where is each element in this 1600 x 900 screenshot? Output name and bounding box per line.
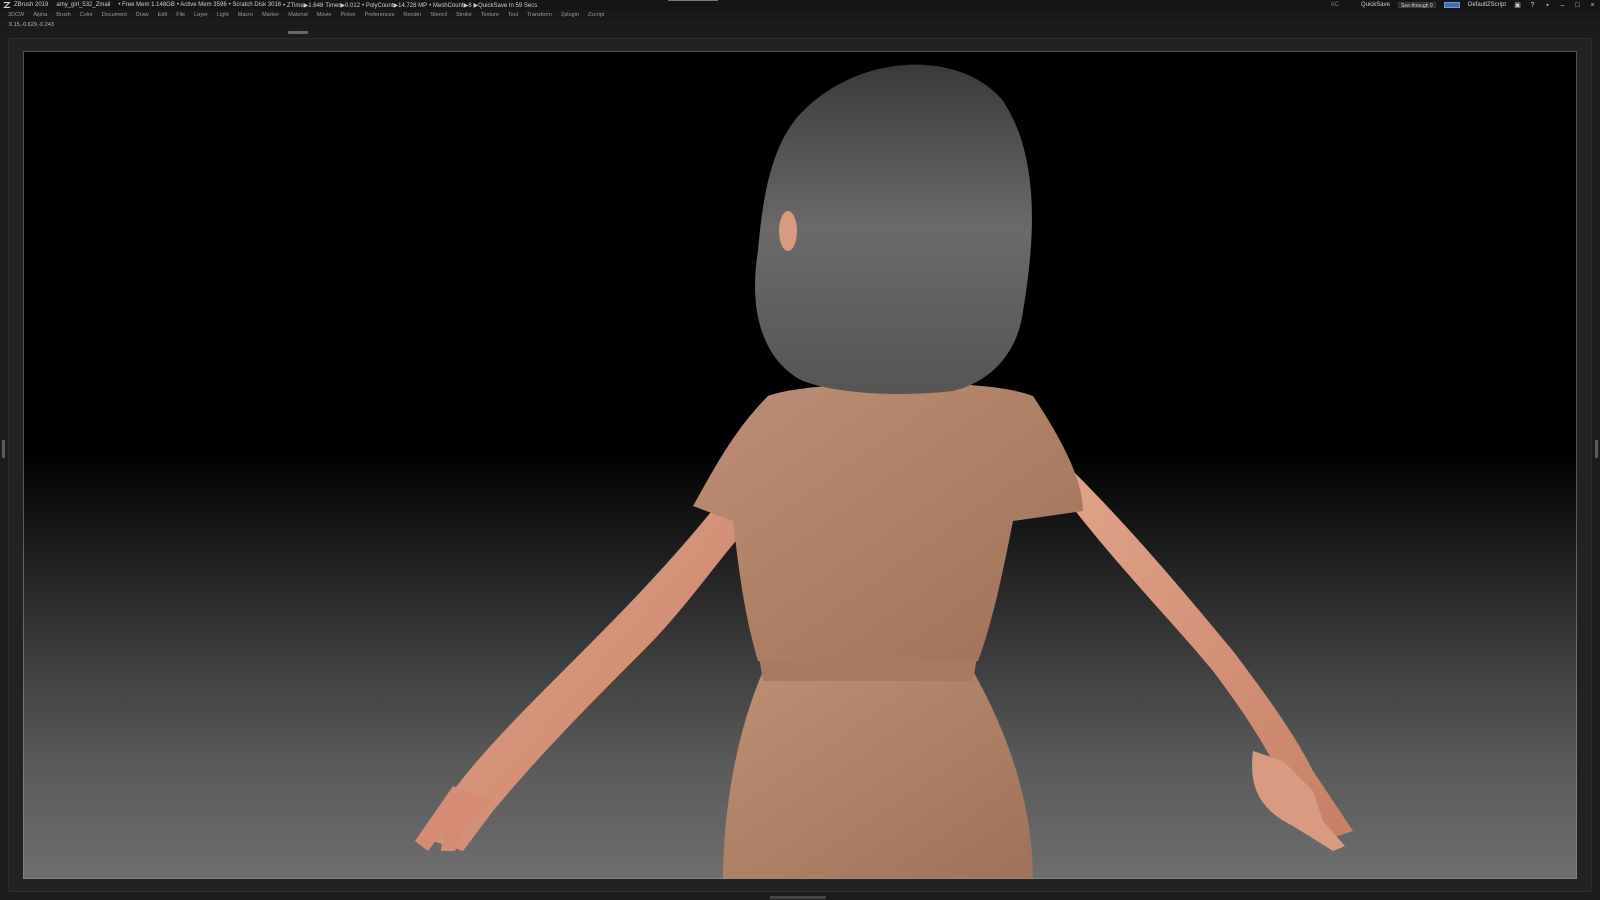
menu-movie[interactable]: Movie — [317, 12, 332, 18]
document-canvas[interactable] — [23, 51, 1577, 879]
quicksave-timer: ▶QuickSave In 59 Secs — [473, 2, 538, 9]
title-bar: ZBrush 2019 amy_girl_532_Zmail • Free Me… — [0, 0, 1600, 10]
menu-texture[interactable]: Texture — [481, 12, 499, 18]
file-name: amy_girl_532_Zmail — [56, 2, 111, 8]
menu-zplugin[interactable]: Zplugin — [561, 12, 579, 18]
blouse — [693, 382, 1083, 661]
zbrush-logo-icon[interactable] — [3, 1, 11, 9]
maximize-icon[interactable]: □ — [1574, 2, 1581, 9]
top-shelf-handle[interactable] — [288, 31, 308, 34]
default-script[interactable]: DefaultZScript — [1468, 2, 1506, 8]
help-icon[interactable]: ? — [1529, 2, 1536, 9]
menu-marker[interactable]: Marker — [262, 12, 279, 18]
menu-brush[interactable]: Brush — [56, 12, 70, 18]
right-tray-handle[interactable] — [1595, 440, 1598, 458]
free-mem: • Free Mem 1.148GB — [118, 2, 175, 8]
document-frame — [8, 38, 1592, 892]
menu-file[interactable]: File — [176, 12, 185, 18]
menu-preferences[interactable]: Preferences — [365, 12, 395, 18]
ear — [779, 211, 797, 251]
bottom-tray-handle[interactable] — [770, 896, 826, 899]
see-through-value: 0 — [1429, 3, 1433, 9]
menu-stroke[interactable]: Stroke — [456, 12, 472, 18]
see-through-slider[interactable]: See-through 0 — [1397, 2, 1436, 9]
close-icon[interactable]: × — [1589, 2, 1596, 9]
menu-render[interactable]: Render — [403, 12, 421, 18]
see-through-label: See-through — [1400, 3, 1429, 9]
menu-layer[interactable]: Layer — [194, 12, 208, 18]
quicksave-button[interactable]: QuickSave — [1361, 2, 1390, 8]
active-mem: • Active Mem 3596 — [176, 2, 227, 8]
menu-picker[interactable]: Picker — [340, 12, 355, 18]
menu-draw[interactable]: Draw — [136, 12, 149, 18]
top-indicator — [668, 0, 718, 1]
menu-color[interactable]: Color — [80, 12, 93, 18]
left-tray-handle[interactable] — [2, 440, 5, 458]
right-arm — [1053, 471, 1353, 841]
coordinates-bar: 0.15,-0.629,-0.243 — [0, 20, 1600, 30]
menu-transform[interactable]: Transform — [527, 12, 552, 18]
menu-alpha[interactable]: Alpha — [33, 12, 47, 18]
menu-edit[interactable]: Edit — [158, 12, 167, 18]
menu-macro[interactable]: Macro — [238, 12, 253, 18]
menu-zscript[interactable]: Zscript — [588, 12, 605, 18]
timer: Timer▶0.012 — [325, 2, 361, 9]
skirt — [723, 671, 1033, 879]
ztime: • ZTime▶1.648 — [283, 2, 324, 9]
menu-light[interactable]: Light — [217, 12, 229, 18]
menu-stencil[interactable]: Stencil — [430, 12, 447, 18]
scratch-disk: • Scratch Disk 3016 — [228, 2, 282, 8]
menu-bar: 3DCW Alpha Brush Color Document Draw Edit File L… — [0, 10, 1600, 20]
layout-icon[interactable]: ▣ — [1514, 2, 1521, 9]
polycount: • PolyCount▶14.728 MP — [362, 2, 428, 9]
left-arm — [433, 471, 763, 851]
menu-tool[interactable]: Tool — [508, 12, 518, 18]
ac-label[interactable]: AC — [1331, 2, 1339, 8]
sculpt-model[interactable] — [23, 51, 1577, 879]
app-title: ZBrush 2019 — [14, 2, 49, 8]
menu-material[interactable]: Material — [288, 12, 308, 18]
lock-icon[interactable]: ▪ — [1544, 2, 1551, 9]
minimize-icon[interactable]: – — [1559, 2, 1566, 9]
menus-toggle[interactable] — [1443, 2, 1460, 8]
meshcount: • MeshCount▶8 — [429, 2, 472, 9]
menu-3dcw[interactable]: 3DCW — [8, 12, 24, 18]
title-bar-right: AC QuickSave See-through 0 DefaultZScrip… — [1331, 0, 1596, 10]
coordinates-readout: 0.15,-0.629,-0.243 — [9, 22, 54, 28]
menu-document[interactable]: Document — [102, 12, 127, 18]
